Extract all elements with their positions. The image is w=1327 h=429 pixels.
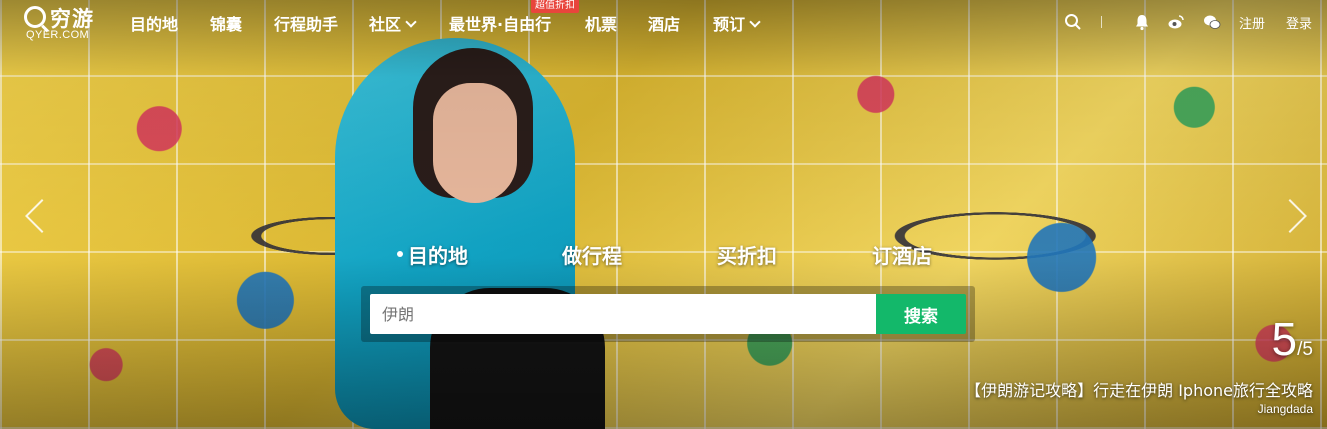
header-divider <box>1101 16 1102 28</box>
chevron-down-icon <box>405 16 417 28</box>
nav-item-free-travel[interactable]: 最世界·自由行 <box>449 11 551 35</box>
search-icon[interactable] <box>1064 13 1082 31</box>
weibo-icon[interactable] <box>1167 13 1185 31</box>
search-input[interactable] <box>370 294 876 334</box>
hero-person-figure <box>335 38 605 429</box>
top-navigation-bar: 穷游 QYER.COM 目的地 锦囊 行程助手 社区 最世界·自由行 超值折扣 … <box>0 0 1327 44</box>
nav-item-label: 锦囊 <box>210 15 243 34</box>
nav-item-trip-planner[interactable]: 行程助手 <box>274 11 338 35</box>
hero-scarf <box>335 38 575 429</box>
nav-item-flights[interactable]: 机票 <box>585 11 617 35</box>
nav-item-label: 行程助手 <box>274 15 339 34</box>
search-tab-label: 目的地 <box>408 244 468 268</box>
nav-item-community[interactable]: 社区 <box>369 11 417 35</box>
nav-item-guides[interactable]: 锦囊 <box>210 11 242 35</box>
carousel-next-arrow-icon[interactable] <box>1284 196 1310 236</box>
qyer-logo-icon <box>24 6 46 28</box>
promo-badge: 超值折扣 <box>531 0 579 13</box>
search-tab-label: 买折扣 <box>717 244 777 268</box>
slide-author: Jiangdada <box>1257 402 1313 416</box>
slide-current-number: 5 <box>1271 313 1298 365</box>
nav-item-hotels[interactable]: 酒店 <box>648 11 680 35</box>
nav-item-label: 预订 <box>713 15 746 34</box>
hero-hair <box>413 48 533 198</box>
chevron-down-icon <box>749 16 761 28</box>
search-tab-hotels[interactable]: 订酒店 <box>872 240 932 269</box>
hero-banner-image <box>0 0 1327 429</box>
wechat-icon[interactable] <box>1203 13 1221 31</box>
search-tab-label: 订酒店 <box>872 244 932 268</box>
qyer-logo[interactable]: 穷游 QYER.COM <box>22 4 104 41</box>
hero-face <box>433 83 517 203</box>
nav-item-destination[interactable]: 目的地 <box>130 11 178 35</box>
slide-caption-link[interactable]: 【伊朗游记攻略】行走在伊朗 Iphone旅行全攻略 <box>965 377 1313 401</box>
search-tab-destination[interactable]: 目的地 <box>397 240 468 269</box>
nav-item-label: 社区 <box>369 15 402 34</box>
slide-counter: 5/5 <box>1272 316 1313 362</box>
nav-item-label: 目的地 <box>130 15 179 34</box>
search-tab-deals[interactable]: 买折扣 <box>717 240 777 269</box>
register-link[interactable]: 注册 <box>1239 13 1265 32</box>
slide-total: /5 <box>1297 339 1313 360</box>
nav-item-label: 最世界·自由行 <box>449 15 552 34</box>
login-link[interactable]: 登录 <box>1286 13 1312 32</box>
nav-item-label: 酒店 <box>648 15 681 34</box>
nav-item-label: 机票 <box>585 15 618 34</box>
search-tab-itinerary[interactable]: 做行程 <box>562 240 622 269</box>
search-tab-label: 做行程 <box>562 244 622 268</box>
nav-item-booking[interactable]: 预订 <box>713 11 761 35</box>
carousel-prev-arrow-icon[interactable] <box>22 196 48 236</box>
logo-domain: QYER.COM <box>26 29 90 41</box>
notification-bell-icon[interactable] <box>1133 13 1151 31</box>
search-button[interactable]: 搜索 <box>876 294 966 334</box>
